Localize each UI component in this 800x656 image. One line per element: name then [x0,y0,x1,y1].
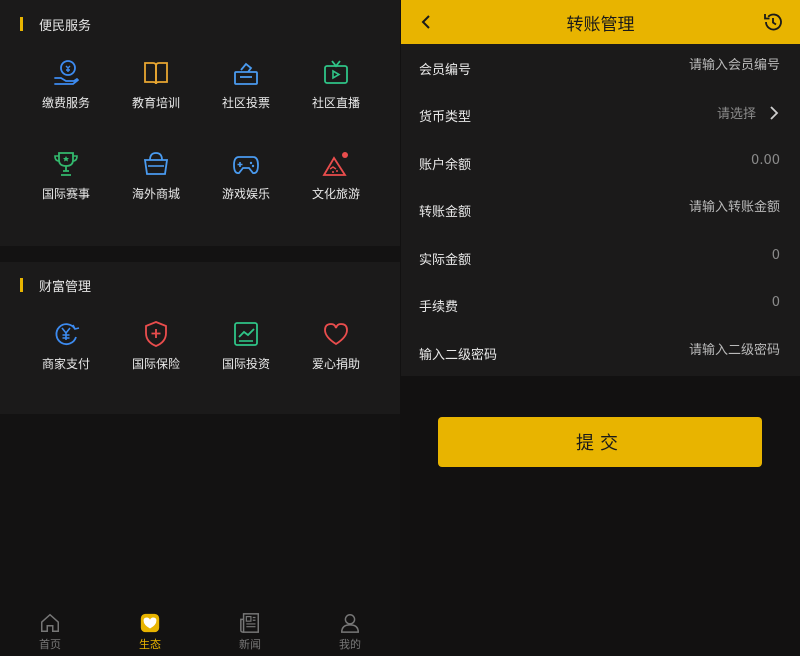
tile-label: 游戏娱乐 [221,187,270,201]
service-tile-live[interactable]: 社区直播 [291,58,381,128]
secondary-password-input[interactable] [580,343,780,358]
field-label: 输入二级密码 [419,348,498,363]
form-row-member-id: 会员编号 [401,44,800,91]
tile-label: 爱心捐助 [311,357,360,371]
transfer-amount-input[interactable] [580,200,780,215]
tv-icon [324,60,348,84]
form-row-fee: 手续费 0 [401,281,800,328]
trophy-icon [54,152,78,176]
wealth-tile-investment[interactable]: 国际投资 [201,319,291,389]
service-tile-mall[interactable]: 海外商城 [111,149,201,219]
field-label: 手续费 [419,300,459,315]
home-icon [41,613,59,632]
user-icon [341,614,359,633]
transfer-page: 转账管理 会员编号 货币类型 请选择 [401,0,800,656]
tile-label: 教育培训 [131,96,180,110]
nav-item-news[interactable]: 新闻 [200,606,300,656]
field-label: 实际金额 [419,253,472,268]
header-bar: 转账管理 [401,0,800,44]
heart-badge-icon [140,613,160,633]
actual-amount-value: 0 [771,248,780,263]
service-tile-education[interactable]: 教育培训 [111,58,201,128]
gamepad-icon [233,156,259,174]
transfer-form: 会员编号 货币类型 请选择 账户余额 0.00 转账金额 [401,44,800,376]
section-title-text: 财富管理 [39,279,92,295]
history-icon[interactable] [762,11,784,33]
fee-value: 0 [771,295,780,310]
mountain-icon [322,152,348,176]
nav-item-profile[interactable]: 我的 [300,606,400,656]
form-row-actual-amount: 实际金额 0 [401,234,800,281]
wealth-tile-merchant-pay[interactable]: 商家支付 [21,319,111,389]
convenience-services-section: 便民服务 缴费服务 教育培训 社区投票 社区直播 国际赛事 海外商城 游戏娱乐 … [0,0,400,246]
nav-label: 新闻 [239,638,261,651]
tile-label: 海外商城 [131,187,180,201]
book-icon [144,62,168,85]
section-accent-bar [20,278,23,292]
chart-up-icon [234,322,258,346]
tile-label: 商家支付 [41,357,90,371]
nav-label: 生态 [139,638,161,651]
page-title: 转账管理 [566,15,635,35]
vote-box-icon [234,62,258,85]
field-label: 转账金额 [419,205,472,220]
service-tile-games[interactable]: 游戏娱乐 [201,149,291,219]
section-title-wealth: 财富管理 [20,277,92,295]
nav-item-home[interactable]: 首页 [0,606,100,656]
form-row-password: 输入二级密码 [401,329,800,376]
section-title-text: 便民服务 [39,18,92,34]
service-tile-tourism[interactable]: 文化旅游 [291,149,381,219]
tile-label: 缴费服务 [41,96,90,110]
payment-icon [54,60,79,85]
nav-label: 首页 [39,638,61,651]
currency-select-value: 请选择 [716,107,756,122]
tile-label: 国际投资 [221,357,270,371]
tile-label: 国际保险 [131,357,180,371]
field-label: 会员编号 [419,63,472,78]
bottom-nav: 首页 生态 新闻 我的 [0,606,400,656]
wealth-tile-insurance[interactable]: 国际保险 [111,319,201,389]
nav-item-ecosystem[interactable]: 生态 [100,606,200,656]
wealth-tile-donation[interactable]: 爱心捐助 [291,319,381,389]
balance-value: 0.00 [751,153,780,168]
field-label: 货币类型 [419,110,472,125]
service-tile-payment[interactable]: 缴费服务 [21,58,111,128]
news-icon [240,613,259,633]
tile-label: 国际赛事 [41,187,90,201]
heart-icon [324,323,348,346]
submit-button[interactable]: 提交 [438,417,762,467]
form-row-currency[interactable]: 货币类型 请选择 [401,91,800,138]
tile-label: 社区投票 [221,96,270,110]
service-tile-sports[interactable]: 国际赛事 [21,149,111,219]
screen: 便民服务 缴费服务 教育培训 社区投票 社区直播 国际赛事 海外商城 游戏娱乐 … [0,0,800,656]
tile-label: 社区直播 [311,96,360,110]
member-id-input[interactable] [580,58,780,73]
basket-icon [143,152,169,175]
nav-label: 我的 [339,638,361,651]
form-row-balance: 账户余额 0.00 [401,139,800,186]
service-tile-vote[interactable]: 社区投票 [201,58,291,128]
currency-select[interactable]: 请选择 [717,103,780,122]
shield-plus-icon [145,321,167,347]
yen-pay-icon [55,323,80,346]
section-title-convenience: 便民服务 [20,16,92,34]
field-label: 账户余额 [419,158,472,173]
ecosystem-page: 便民服务 缴费服务 教育培训 社区投票 社区直播 国际赛事 海外商城 游戏娱乐 … [0,0,400,656]
tile-label: 文化旅游 [311,187,360,201]
chevron-right-icon [770,105,779,120]
form-row-amount: 转账金额 [401,186,800,233]
section-accent-bar [20,17,23,31]
